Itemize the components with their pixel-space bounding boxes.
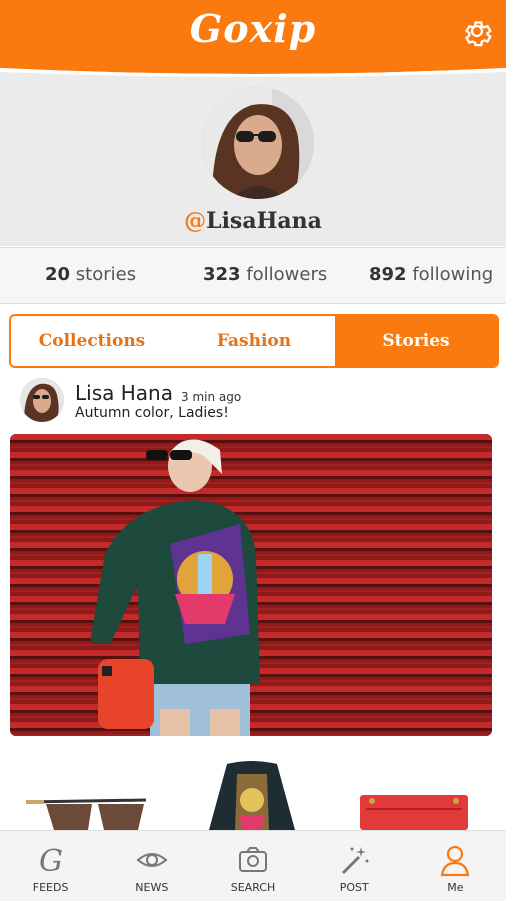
post-caption: Autumn color, Ladies! [75, 405, 229, 421]
tab-stories[interactable]: Stories [335, 316, 497, 366]
svg-text:G: G [39, 844, 63, 877]
stat-followers[interactable]: 323 followers [203, 264, 327, 285]
post-author-avatar[interactable] [20, 378, 64, 422]
user-icon [441, 845, 470, 877]
stats-bar: 20 stories 323 followers 892 following [0, 247, 506, 304]
following-count: 892 [369, 264, 407, 285]
post-author-name[interactable]: Lisa Hana [75, 381, 173, 405]
nav-news[interactable]: NEWS [101, 831, 202, 901]
stories-count: 20 [45, 264, 71, 285]
username-at-symbol: @ [184, 208, 207, 234]
nav-feeds[interactable]: G FEEDS [0, 831, 101, 901]
post-timestamp: 3 min ago [181, 390, 242, 404]
profile-tabs: Collections Fashion Stories [9, 314, 499, 368]
nav-label-post: POST [339, 881, 369, 894]
profile-avatar[interactable] [202, 87, 314, 199]
camera-icon [239, 847, 267, 872]
nav-label-search: SEARCH [230, 881, 276, 894]
nav-label-feeds: FEEDS [32, 881, 69, 894]
nav-label-me: Me [447, 881, 464, 894]
top-bar: Goxip [0, 0, 506, 64]
tab-fashion[interactable]: Fashion [173, 316, 335, 366]
product-red-bag[interactable] [358, 793, 472, 830]
nav-post[interactable]: POST [304, 831, 405, 901]
header-curve [0, 64, 506, 77]
stories-label: stories [75, 264, 137, 285]
gear-icon[interactable] [460, 14, 494, 48]
product-sweater[interactable] [207, 760, 297, 830]
username-text: LisaHana [206, 208, 322, 234]
eye-icon [136, 853, 168, 867]
tab-collections[interactable]: Collections [11, 316, 173, 366]
profile-username: @LisaHana [0, 208, 506, 234]
product-sunglasses[interactable] [26, 792, 156, 830]
nav-search[interactable]: SEARCH [202, 831, 303, 901]
magic-wand-icon [342, 847, 369, 875]
followers-count: 323 [203, 264, 241, 285]
stat-following[interactable]: 892 following [369, 264, 493, 285]
post-photo[interactable] [10, 434, 492, 736]
app-logo: Goxip [189, 6, 317, 51]
feeds-icon: G [39, 844, 63, 877]
nav-me[interactable]: Me [405, 831, 506, 901]
nav-label-news: NEWS [135, 881, 169, 894]
followers-label: followers [246, 264, 328, 285]
following-label: following [412, 264, 494, 285]
bottom-nav: G FEEDS NEWS SEARCH POST Me [0, 830, 506, 901]
stat-stories[interactable]: 20 stories [45, 264, 136, 285]
